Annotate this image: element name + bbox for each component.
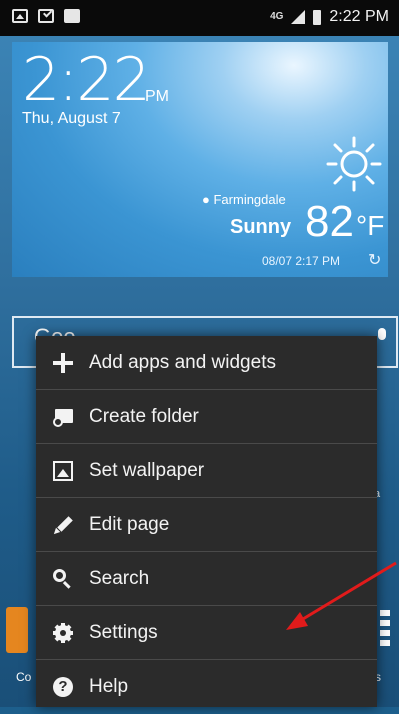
status-bar: 4G 2:22 PM <box>0 0 399 36</box>
menu-item-label: Edit page <box>89 513 170 535</box>
status-time: 2:22 PM <box>329 8 389 25</box>
menu-item-label: Add apps and widgets <box>89 351 276 373</box>
wallpaper-icon <box>53 460 73 481</box>
menu-item-label: Help <box>89 676 129 697</box>
widget-location: ● Farmingdale <box>202 192 286 207</box>
mic-icon[interactable] <box>378 328 386 340</box>
home-options-menu: Add apps and widgets Create folder Set w… <box>36 336 377 707</box>
menu-item-add-apps-widgets[interactable]: Add apps and widgets <box>36 336 377 390</box>
menu-item-label: Set wallpaper <box>89 459 205 481</box>
battery-icon <box>313 9 322 25</box>
menu-item-settings[interactable]: Settings <box>36 606 377 660</box>
location-pin-icon: ● <box>202 192 210 207</box>
menu-item-create-folder[interactable]: Create folder <box>36 390 377 444</box>
search-icon <box>53 568 73 589</box>
menu-item-set-wallpaper[interactable]: Set wallpaper <box>36 444 377 498</box>
menu-item-help[interactable]: ? Help <box>36 660 377 714</box>
weather-updated-time: 08/07 2:17 PM <box>262 254 341 268</box>
menu-item-edit-page[interactable]: Edit page <box>36 498 377 552</box>
refresh-icon[interactable]: ↻ <box>368 250 381 270</box>
app-icon-partial[interactable] <box>6 607 28 653</box>
status-indicators: 4G 2:22 PM <box>270 8 389 26</box>
widget-ampm: PM <box>145 88 169 105</box>
store-notification-icon <box>64 9 80 23</box>
location-name: Farmingdale <box>213 192 286 207</box>
temperature-unit: °F <box>356 210 385 241</box>
folder-icon <box>53 407 73 427</box>
mail-notification-icon <box>38 9 54 23</box>
weather-condition: Sunny <box>230 216 292 238</box>
gear-icon <box>53 622 73 643</box>
image-notification-icon <box>12 9 28 23</box>
weather-clock-widget[interactable]: 2:22 PM Thu, August 7 ● Farmingdale Sunn… <box>12 42 388 277</box>
notification-icons <box>12 9 80 23</box>
menu-item-label: Create folder <box>89 405 199 427</box>
menu-item-search[interactable]: Search <box>36 552 377 606</box>
widget-date: Thu, August 7 <box>22 110 121 127</box>
apps-grid-icon[interactable] <box>380 610 392 650</box>
menu-item-label: Settings <box>89 621 158 643</box>
widget-clock: 2:22 <box>22 45 151 115</box>
signal-icon <box>291 10 306 24</box>
network-type-icon: 4G <box>270 11 284 22</box>
help-icon: ? <box>53 677 73 697</box>
sun-icon <box>326 136 382 192</box>
dock-label-left: Co <box>16 670 32 684</box>
menu-item-label: Search <box>89 567 150 589</box>
temperature: 82 <box>305 197 354 246</box>
pencil-icon <box>53 515 73 535</box>
plus-icon <box>53 352 73 373</box>
